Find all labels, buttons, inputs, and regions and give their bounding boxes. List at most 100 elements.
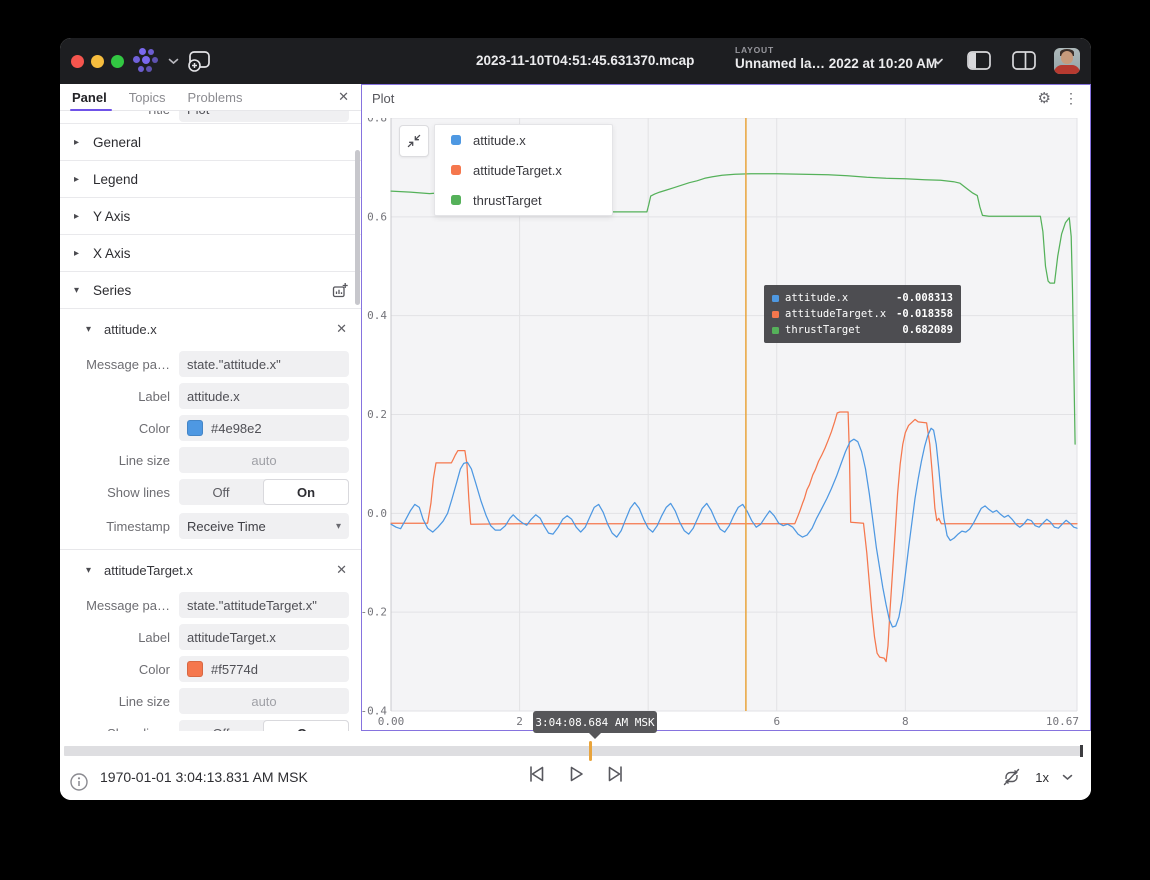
delete-series-icon[interactable]: ✕ xyxy=(336,562,347,578)
panel-menu-kebab-icon[interactable]: ⋮ xyxy=(1064,90,1078,107)
section-general[interactable]: ▸General xyxy=(60,123,361,161)
right-sidebar-toggle-icon[interactable] xyxy=(1011,50,1037,72)
show-lines-off-button[interactable]: Off xyxy=(179,720,263,731)
show-lines-on-button[interactable]: On xyxy=(263,479,349,505)
message-path-input[interactable]: state."attitudeTarget.x" xyxy=(179,592,349,618)
series-color-chip xyxy=(772,295,779,302)
title-field-input[interactable]: Plot xyxy=(179,111,349,122)
section-legend-label: Legend xyxy=(93,172,138,187)
chevron-down-icon: ▾ xyxy=(336,521,341,532)
tooltip-row: thrustTarget0.682089 xyxy=(772,322,953,338)
line-size-input[interactable]: auto xyxy=(179,447,349,473)
plot-panel-title: Plot xyxy=(372,91,394,106)
layout-menu[interactable]: LAYOUT Unnamed la… 2022 at 10:20 AM xyxy=(735,45,937,71)
chevron-right-icon: ▸ xyxy=(74,248,84,259)
tab-topics[interactable]: Topics xyxy=(129,90,166,105)
series-editor-attitude-x: ▾ attitude.x ✕ Message pa… state."attitu… xyxy=(60,313,361,539)
speed-chevron-icon[interactable] xyxy=(1062,774,1073,781)
label-input[interactable]: attitude.x xyxy=(179,383,349,409)
section-series[interactable]: ▾ Series xyxy=(60,272,361,309)
color-input[interactable]: #f5774d xyxy=(179,656,349,682)
foxglove-logo-icon[interactable] xyxy=(130,48,164,74)
sidebar-close-icon[interactable]: ✕ xyxy=(338,89,349,105)
message-path-label: Message pa… xyxy=(60,598,170,613)
section-legend[interactable]: ▸Legend xyxy=(60,161,361,198)
timestamp-value: Receive Time xyxy=(187,519,266,534)
current-timestamp[interactable]: 1970-01-01 3:04:13.831 AM MSK xyxy=(100,769,308,785)
tooltip-label: thrustTarget xyxy=(785,324,861,336)
y-tick-label: -0.2 xyxy=(362,606,387,619)
series-color-chip xyxy=(451,195,461,205)
series-editor-attitude-target-x: ▾ attitudeTarget.x ✕ Message pa… state."… xyxy=(60,549,361,731)
transport-controls xyxy=(527,764,625,784)
loop-off-icon[interactable] xyxy=(1001,767,1022,787)
add-panel-icon[interactable] xyxy=(186,49,212,73)
tooltip-row: attitude.x-0.008313 xyxy=(772,290,953,306)
color-input[interactable]: #4e98e2 xyxy=(179,415,349,441)
section-y-axis[interactable]: ▸Y Axis xyxy=(60,198,361,235)
show-lines-row: Show lines Off On xyxy=(60,720,349,731)
timeline-scrubber[interactable] xyxy=(64,746,1083,756)
hover-values-tooltip: attitude.x-0.008313 attitudeTarget.x-0.0… xyxy=(764,285,961,343)
series-header[interactable]: ▾ attitudeTarget.x ✕ xyxy=(60,554,361,586)
legend-label: attitude.x xyxy=(473,133,526,148)
color-swatch[interactable] xyxy=(187,420,203,436)
play-button[interactable] xyxy=(566,764,586,784)
seek-backward-button[interactable] xyxy=(527,764,547,784)
zoom-window-button[interactable] xyxy=(111,55,124,68)
playback-bar: 1970-01-01 3:04:13.831 AM MSK xyxy=(60,731,1091,800)
color-label: Color xyxy=(60,662,170,677)
seek-forward-button[interactable] xyxy=(605,764,625,784)
section-x-axis[interactable]: ▸ X Axis xyxy=(60,235,361,272)
section-x-axis-label: X Axis xyxy=(93,246,131,261)
x-tick-label: 6 xyxy=(773,715,780,728)
layout-chevron-icon[interactable] xyxy=(932,58,944,66)
close-window-button[interactable] xyxy=(71,55,84,68)
label-row: Label attitude.x xyxy=(60,383,349,409)
minimize-window-button[interactable] xyxy=(91,55,104,68)
legend-collapse-button[interactable] xyxy=(399,125,429,157)
tab-panel[interactable]: Panel xyxy=(72,90,107,105)
legend-item[interactable]: thrustTarget xyxy=(435,185,612,215)
delete-series-icon[interactable]: ✕ xyxy=(336,321,347,337)
playback-options: 1x xyxy=(1001,767,1073,787)
label-input[interactable]: attitudeTarget.x xyxy=(179,624,349,650)
sidebar-scrollbar[interactable] xyxy=(355,150,360,305)
legend-item[interactable]: attitudeTarget.x xyxy=(435,155,612,185)
legend-item[interactable]: attitude.x xyxy=(435,125,612,155)
panel-settings-sidebar: Panel Topics Problems ✕ Title Plot ▸Gene… xyxy=(60,84,362,731)
data-source-title[interactable]: 2023-11-10T04:51:45.631370.mcap xyxy=(476,38,694,84)
color-swatch[interactable] xyxy=(187,661,203,677)
add-series-icon[interactable] xyxy=(331,281,349,299)
legend-label: thrustTarget xyxy=(473,193,542,208)
message-path-input[interactable]: state."attitude.x" xyxy=(179,351,349,377)
chevron-right-icon: ▸ xyxy=(74,137,84,148)
label-label: Label xyxy=(60,630,170,645)
info-icon[interactable] xyxy=(69,772,89,792)
app-menu-chevron-icon[interactable] xyxy=(168,58,179,65)
tab-problems[interactable]: Problems xyxy=(188,90,243,105)
playback-speed[interactable]: 1x xyxy=(1035,770,1049,785)
chevron-down-icon: ▾ xyxy=(86,565,96,576)
series-color-chip xyxy=(772,327,779,334)
window-controls xyxy=(71,55,124,68)
series-header[interactable]: ▾ attitude.x ✕ xyxy=(60,313,361,345)
color-row: Color #4e98e2 xyxy=(60,415,349,441)
line-size-input[interactable]: auto xyxy=(179,688,349,714)
plot-legend: attitude.x attitudeTarget.x thrustTarget xyxy=(434,124,613,216)
show-lines-off-button[interactable]: Off xyxy=(179,479,263,505)
line-size-row: Line size auto xyxy=(60,447,349,473)
timestamp-select[interactable]: Receive Time ▾ xyxy=(179,513,349,539)
x-tick-label: 8 xyxy=(902,715,909,728)
user-avatar[interactable] xyxy=(1054,48,1080,74)
plot-panel-header: Plot ⚙ ⋮ xyxy=(362,85,1090,111)
panel-settings-gear-icon[interactable]: ⚙ xyxy=(1038,89,1051,107)
playhead-marker[interactable] xyxy=(589,741,592,761)
plot-panel: Plot ⚙ ⋮ 0.80.60.40.20.0-0.2-0.40.002468… xyxy=(361,84,1091,731)
left-sidebar-toggle-icon[interactable] xyxy=(966,50,992,72)
show-lines-on-button[interactable]: On xyxy=(263,720,349,731)
section-series-label: Series xyxy=(93,283,131,298)
chevron-down-icon: ▾ xyxy=(74,285,84,296)
series-color-chip xyxy=(772,311,779,318)
timestamp-row: Timestamp Receive Time ▾ xyxy=(60,513,349,539)
